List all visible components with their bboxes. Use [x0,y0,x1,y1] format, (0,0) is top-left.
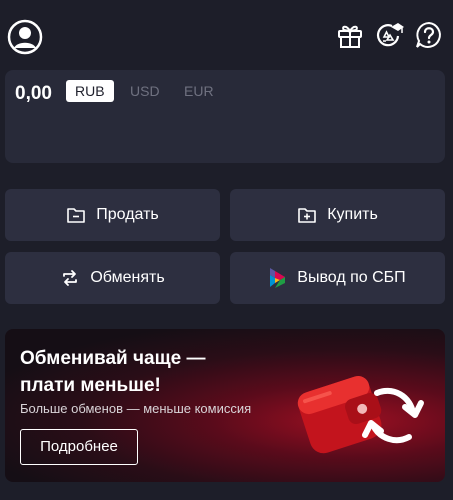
folder-minus-icon [67,208,86,223]
exchange-button-label: Обменять [90,269,165,286]
currency-tab-eur[interactable]: EUR [175,80,223,102]
gift-icon[interactable] [335,20,365,50]
buy-button[interactable]: Купить [230,189,445,241]
currency-tab-rub[interactable]: RUB [66,80,114,102]
exchange-arrows-icon [63,270,78,286]
sbp-logo-icon [270,268,286,288]
wallet-exchange-illustration [297,375,424,454]
rewards-icon[interactable] [374,20,404,50]
folder-plus-icon [298,208,317,223]
sell-button[interactable]: Продать [5,189,220,241]
sbp-withdraw-button[interactable]: Вывод по СБП [230,252,445,304]
promo-title: Обменивай чаще — плати меньше! [20,348,206,396]
promo-subtitle: Больше обменов — меньше комиссия [20,401,252,416]
balance-amount: 0,00 [15,83,52,104]
help-icon[interactable] [414,20,444,50]
more-details-button[interactable]: Подробнее [20,429,138,465]
balance-card: 0,00 RUB USD EUR [5,70,445,163]
top-bar [0,0,453,70]
currency-tab-usd[interactable]: USD [121,80,169,102]
sell-button-label: Продать [96,206,159,223]
exchange-button[interactable]: Обменять [5,252,220,304]
sbp-withdraw-label: Вывод по СБП [297,269,406,286]
promo-banner[interactable]: Обменивай чаще — плати меньше! Больше об… [5,329,445,482]
user-avatar-icon[interactable] [7,19,43,55]
buy-button-label: Купить [327,206,378,223]
